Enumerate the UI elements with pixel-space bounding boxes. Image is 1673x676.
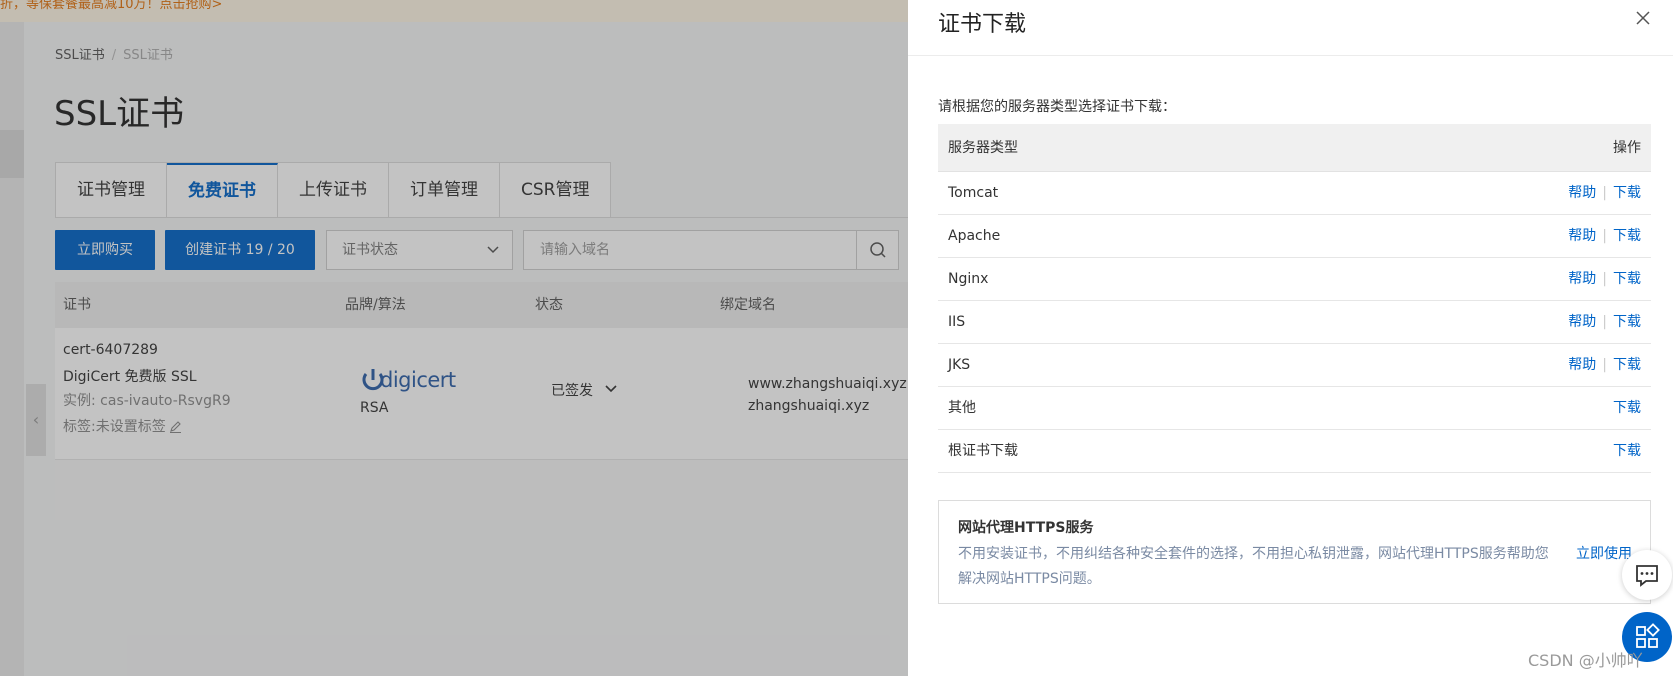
row-actions: 帮助 | 下载 — [1568, 344, 1641, 387]
action-divider: | — [1602, 314, 1607, 330]
server-type-name: 其他 — [948, 400, 976, 416]
table-row: Tomcat 帮助 | 下载 — [938, 172, 1651, 215]
server-type-name: IIS — [948, 314, 966, 330]
drawer-divider — [908, 55, 1673, 56]
download-table-body: Tomcat 帮助 | 下载 Apache 帮助 | 下载 Nginx 帮助 | 下载 IIS 帮助 | 下载… — [938, 172, 1651, 473]
https-proxy-description: 不用安装证书，不用纠结各种安全套件的选择，不用担心私钥泄露，网站代理HTTPS服… — [958, 546, 1549, 587]
action-divider: | — [1602, 185, 1607, 201]
help-link[interactable]: 帮助 — [1568, 185, 1596, 201]
help-link[interactable]: 帮助 — [1568, 228, 1596, 244]
action-divider: | — [1602, 271, 1607, 287]
https-proxy-title: 网站代理HTTPS服务 — [958, 520, 1094, 536]
server-type-name: Nginx — [948, 271, 989, 287]
row-actions: 帮助 | 下载 — [1568, 172, 1641, 215]
table-row: 其他 下载 — [938, 387, 1651, 430]
chat-button[interactable] — [1622, 550, 1672, 600]
download-link[interactable]: 下载 — [1613, 400, 1641, 416]
header-action: 操作 — [1613, 140, 1641, 156]
server-type-name: Apache — [948, 228, 1001, 244]
https-proxy-box: 网站代理HTTPS服务 不用安装证书，不用纠结各种安全套件的选择，不用担心私钥泄… — [938, 500, 1651, 604]
help-link[interactable]: 帮助 — [1568, 271, 1596, 287]
server-type-name: Tomcat — [948, 185, 999, 201]
drawer-description: 请根据您的服务器类型选择证书下载： — [938, 99, 1176, 115]
drawer-backdrop[interactable] — [0, 0, 908, 676]
chat-icon — [1636, 565, 1658, 587]
download-link[interactable]: 下载 — [1613, 314, 1641, 330]
table-row: JKS 帮助 | 下载 — [938, 344, 1651, 387]
table-row: 根证书下载 下载 — [938, 430, 1651, 473]
download-link[interactable]: 下载 — [1613, 357, 1641, 373]
row-actions: 帮助 | 下载 — [1568, 301, 1641, 344]
action-divider: | — [1602, 357, 1607, 373]
table-row: Nginx 帮助 | 下载 — [938, 258, 1651, 301]
table-row: Apache 帮助 | 下载 — [938, 215, 1651, 258]
drawer-title: 证书下载 — [938, 12, 1027, 37]
help-link[interactable]: 帮助 — [1568, 314, 1596, 330]
table-row: IIS 帮助 | 下载 — [938, 301, 1651, 344]
close-icon[interactable] — [1633, 8, 1653, 28]
row-actions: 下载 — [1613, 387, 1641, 430]
header-server-type: 服务器类型 — [948, 140, 1018, 156]
download-link[interactable]: 下载 — [1613, 185, 1641, 201]
download-link[interactable]: 下载 — [1613, 271, 1641, 287]
cert-download-drawer: 证书下载 请根据您的服务器类型选择证书下载： 服务器类型 操作 Tomcat 帮助… — [908, 0, 1673, 676]
row-actions: 帮助 | 下载 — [1568, 258, 1641, 301]
action-divider: | — [1602, 228, 1607, 244]
download-link[interactable]: 下载 — [1613, 443, 1641, 459]
watermark: CSDN @小帅吖 — [1528, 651, 1643, 670]
download-table-header: 服务器类型 操作 — [938, 124, 1651, 172]
row-actions: 下载 — [1613, 430, 1641, 473]
help-link[interactable]: 帮助 — [1568, 357, 1596, 373]
download-link[interactable]: 下载 — [1613, 228, 1641, 244]
server-type-name: 根证书下载 — [948, 443, 1018, 459]
row-actions: 帮助 | 下载 — [1568, 215, 1641, 258]
download-table: 服务器类型 操作 Tomcat 帮助 | 下载 Apache 帮助 | 下载 Nginx 帮助 | 下… — [938, 124, 1651, 473]
server-type-name: JKS — [948, 357, 971, 373]
